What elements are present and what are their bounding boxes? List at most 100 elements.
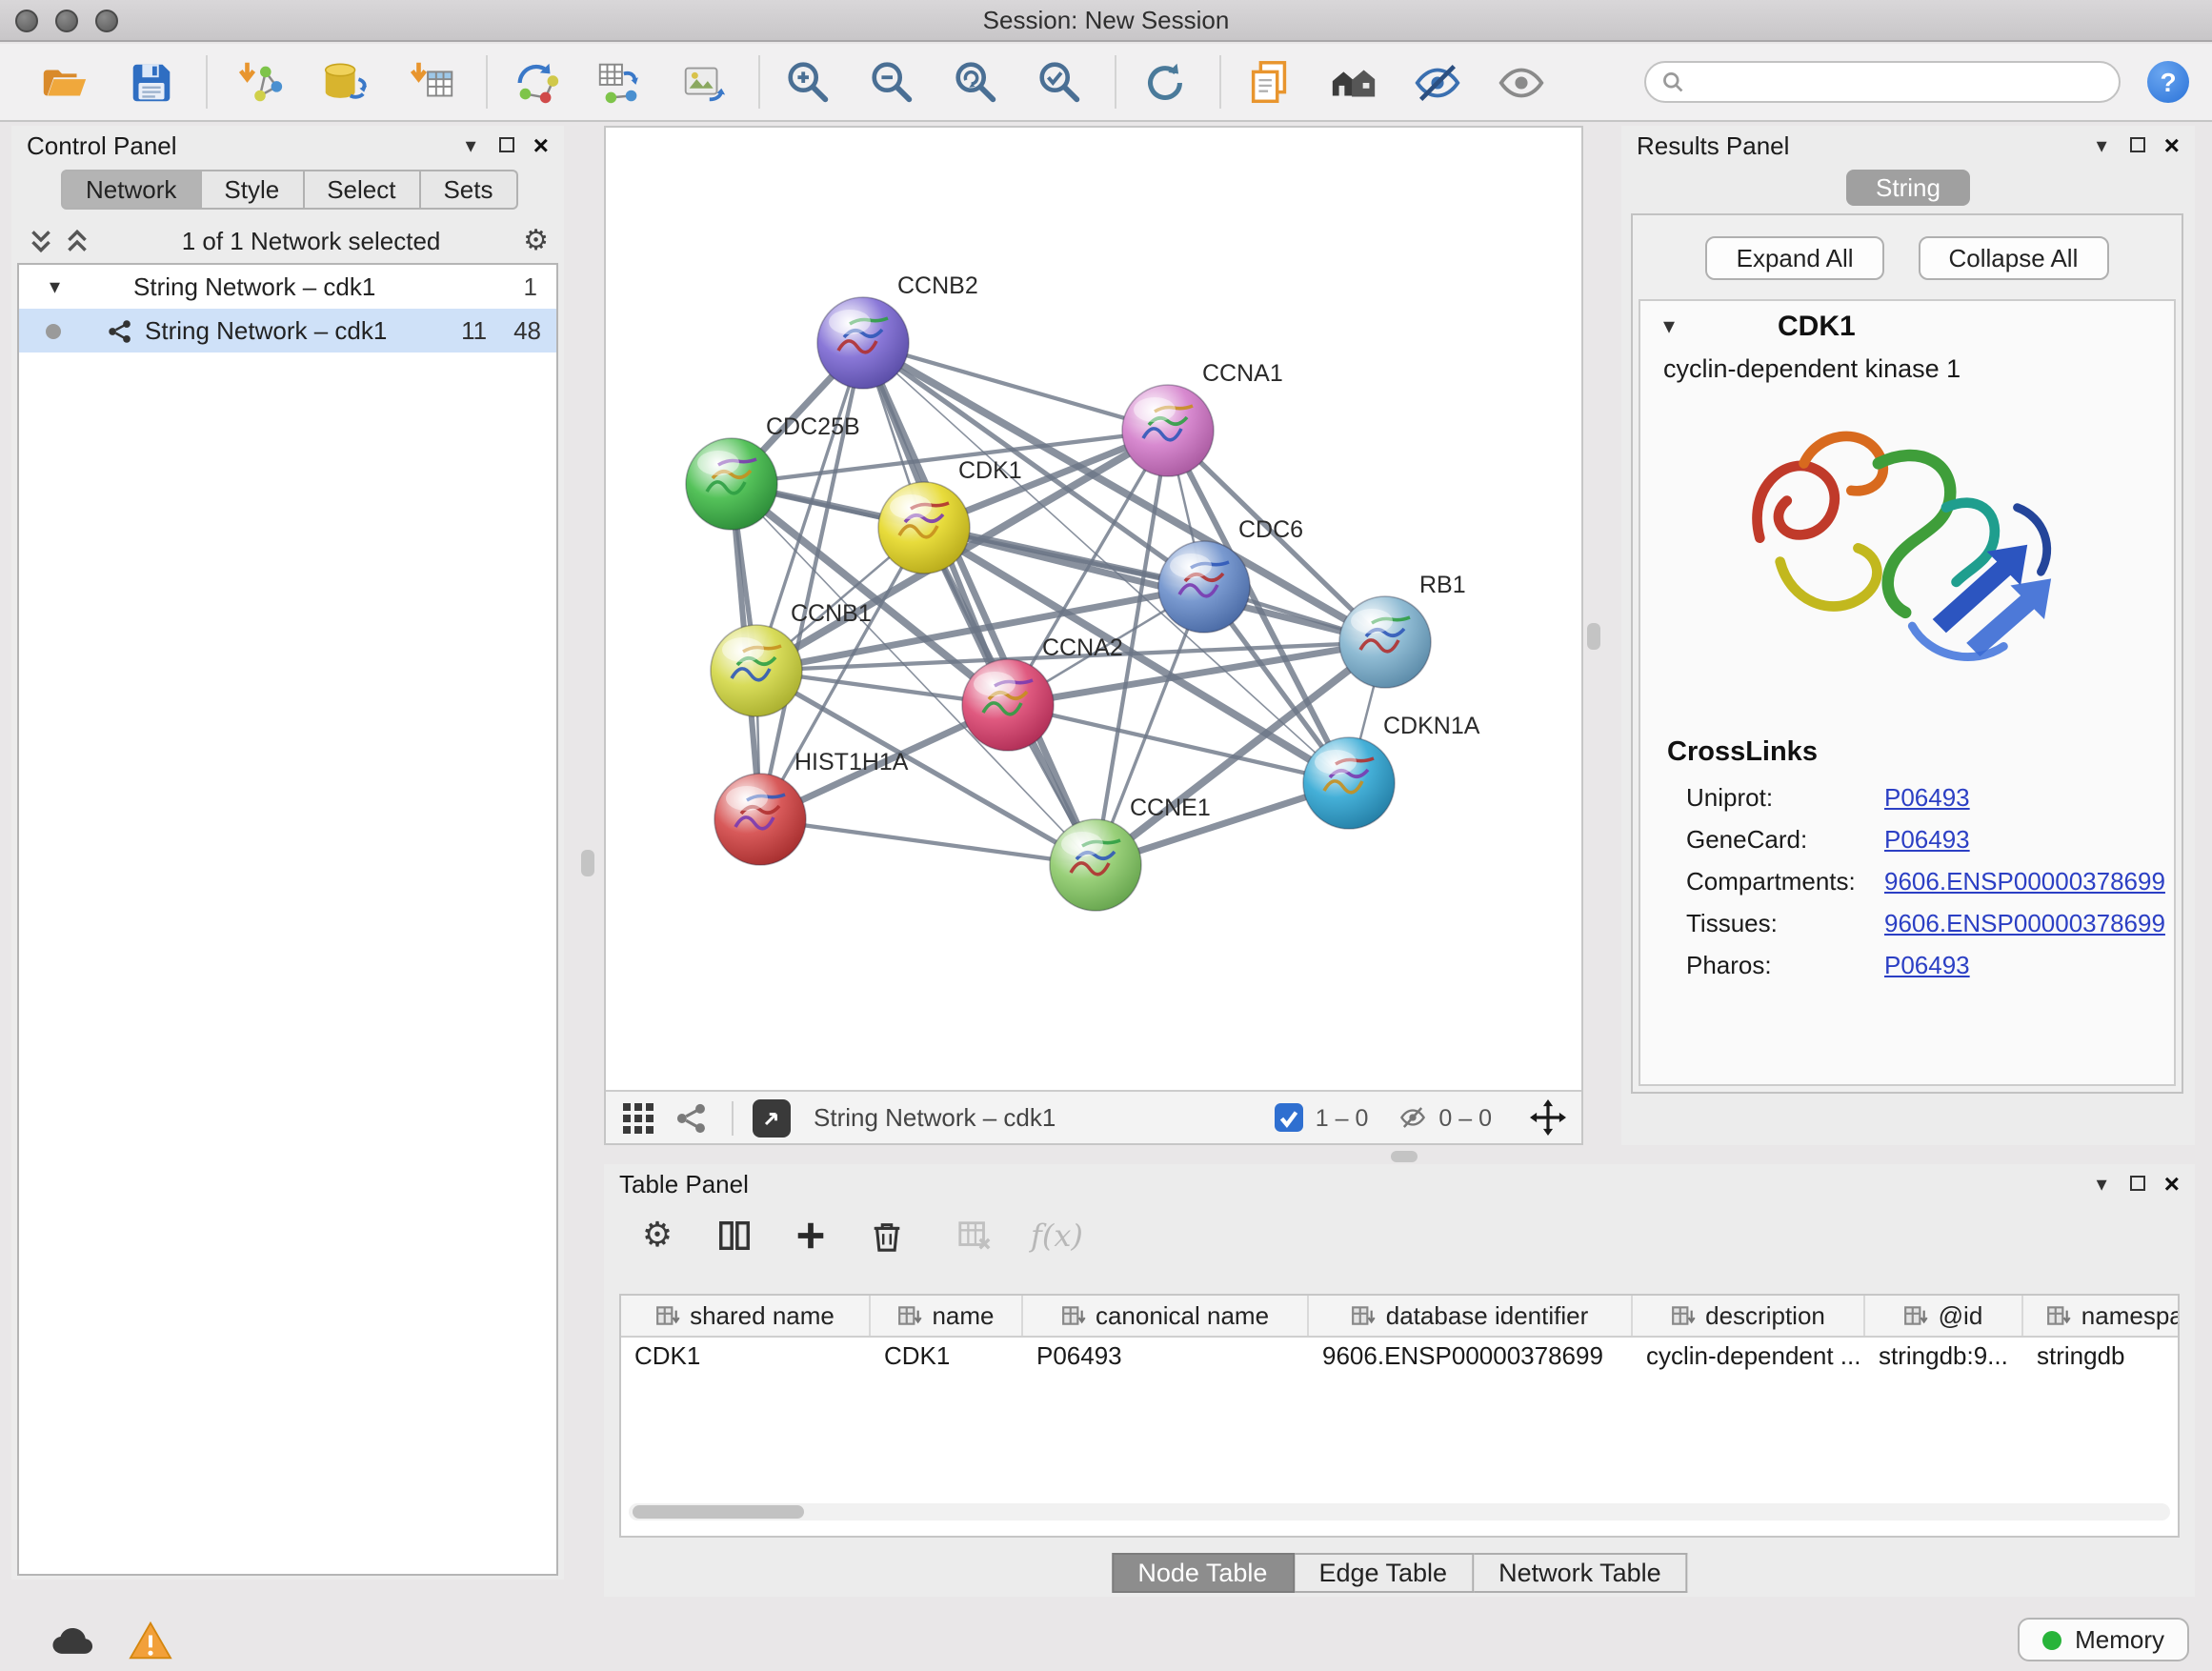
section-expander-icon[interactable]: ▾: [1663, 312, 1675, 339]
tab-node-table[interactable]: Node Table: [1111, 1553, 1294, 1593]
birdseye-view-icon[interactable]: [753, 1098, 791, 1137]
network-collection-row[interactable]: ▾ String Network – cdk1 1: [19, 265, 556, 309]
tab-string[interactable]: String: [1845, 170, 1971, 206]
home-button[interactable]: [1324, 53, 1381, 111]
tab-select[interactable]: Select: [304, 170, 420, 210]
table-settings-gear-icon[interactable]: ⚙: [638, 1216, 676, 1254]
network-row-selected[interactable]: String Network – cdk1 11 48: [19, 309, 556, 352]
tab-network-table[interactable]: Network Table: [1474, 1553, 1688, 1593]
search-box: [1644, 61, 2121, 103]
collapse-all-button[interactable]: Collapse All: [1919, 236, 2109, 280]
cloud-icon[interactable]: [50, 1619, 99, 1661]
help-icon: ?: [2160, 67, 2176, 97]
show-panels-button[interactable]: [1492, 53, 1549, 111]
search-input[interactable]: [1694, 67, 2103, 97]
help-button[interactable]: ?: [2147, 61, 2189, 103]
column-header[interactable]: @id: [1865, 1296, 2023, 1336]
import-network-from-database-button[interactable]: [314, 53, 372, 111]
zoom-fit-button[interactable]: [947, 53, 1004, 111]
tissues-link[interactable]: 9606.ENSP00000378699: [1884, 908, 2165, 936]
expand-all-icon[interactable]: [63, 226, 91, 254]
collection-count: 1: [524, 272, 537, 301]
grid-icon[interactable]: [621, 1100, 655, 1135]
toolbar-separator: [486, 55, 488, 109]
panel-menu-icon[interactable]: ▾: [2097, 132, 2107, 157]
export-image-button[interactable]: [674, 53, 732, 111]
float-panel-icon[interactable]: [2130, 1176, 2145, 1191]
splitter-handle[interactable]: [581, 850, 594, 876]
column-header[interactable]: shared name: [621, 1296, 871, 1336]
zoom-in-button[interactable]: [779, 53, 836, 111]
new-network-from-selection-button[interactable]: [507, 53, 564, 111]
tab-network[interactable]: Network: [61, 170, 201, 210]
gear-icon[interactable]: ⚙: [523, 226, 549, 254]
network-canvas[interactable]: CCNB2CCNA1CDC25BCDK1CDC6RB1CCNB1CCNA2CDK…: [606, 128, 1581, 1086]
tab-sets[interactable]: Sets: [420, 170, 517, 210]
column-header[interactable]: description: [1633, 1296, 1865, 1336]
tree-expander-icon[interactable]: ▾: [50, 274, 76, 299]
close-panel-icon[interactable]: ×: [2164, 1170, 2180, 1197]
minimize-window-button[interactable]: [55, 10, 78, 32]
open-session-button[interactable]: [34, 53, 91, 111]
panel-menu-icon[interactable]: ▾: [2097, 1171, 2107, 1196]
memory-button[interactable]: Memory: [2018, 1618, 2189, 1661]
panel-menu-icon[interactable]: ▾: [466, 132, 476, 157]
column-header[interactable]: name: [871, 1296, 1023, 1336]
column-header[interactable]: database identifier: [1309, 1296, 1633, 1336]
network-node[interactable]: HIST1H1A: [714, 749, 909, 865]
close-panel-icon[interactable]: ×: [2164, 131, 2180, 158]
selected-checkbox-icon[interactable]: [1276, 1103, 1304, 1132]
window-title: Session: New Session: [983, 6, 1230, 34]
warning-icon[interactable]: [126, 1619, 175, 1661]
float-panel-icon[interactable]: [499, 137, 514, 152]
save-session-button[interactable]: [122, 53, 179, 111]
network-node[interactable]: RB1: [1339, 572, 1466, 688]
import-table-from-file-button[interactable]: [402, 53, 459, 111]
table-row[interactable]: CDK1 CDK1 P06493 9606.ENSP00000378699 cy…: [621, 1338, 2178, 1378]
close-panel-icon[interactable]: ×: [533, 131, 549, 158]
network-edge[interactable]: [863, 343, 1096, 865]
network-edge[interactable]: [760, 819, 1096, 865]
expand-all-button[interactable]: Expand All: [1706, 236, 1884, 280]
close-window-button[interactable]: [15, 10, 38, 32]
pharos-link[interactable]: P06493: [1884, 950, 1970, 978]
zoom-in-icon: [782, 56, 834, 108]
network-node[interactable]: CCNA1: [1122, 360, 1283, 476]
splitter-handle[interactable]: [1587, 623, 1600, 650]
network-node[interactable]: CDK1: [878, 457, 1022, 574]
create-column-icon[interactable]: [791, 1216, 829, 1254]
eye-slash-icon: [1411, 56, 1462, 108]
delete-columns-icon[interactable]: [867, 1216, 905, 1254]
network-edge[interactable]: [863, 343, 1168, 431]
hide-panels-button[interactable]: [1408, 53, 1465, 111]
refresh-view-button[interactable]: [1136, 53, 1193, 111]
column-icon: [655, 1303, 680, 1328]
compartments-link[interactable]: 9606.ENSP00000378699: [1884, 866, 2165, 895]
select-columns-icon[interactable]: [714, 1216, 753, 1254]
fit-content-icon[interactable]: [1530, 1099, 1566, 1136]
zoom-out-button[interactable]: [863, 53, 920, 111]
column-icon: [1904, 1303, 1929, 1328]
tab-edge-table[interactable]: Edge Table: [1294, 1553, 1474, 1593]
network-overview-icon[interactable]: [674, 1100, 709, 1135]
new-network-from-table-button[interactable]: [591, 53, 648, 111]
network-node[interactable]: CCNB1: [711, 600, 872, 716]
zoom-window-button[interactable]: [95, 10, 118, 32]
splitter-handle[interactable]: [1391, 1151, 1418, 1162]
network-node[interactable]: CDKN1A: [1303, 713, 1480, 829]
scrollbar-thumb[interactable]: [633, 1505, 804, 1519]
collapse-all-icon[interactable]: [27, 226, 55, 254]
float-panel-icon[interactable]: [2130, 137, 2145, 152]
import-network-from-file-button[interactable]: [231, 53, 288, 111]
gene-section-header[interactable]: ▾ CDK1: [1640, 301, 2174, 351]
horizontal-scrollbar[interactable]: [629, 1503, 2170, 1520]
column-header[interactable]: canonical name: [1023, 1296, 1309, 1336]
tab-style[interactable]: Style: [201, 170, 304, 210]
hidden-eye-slash-icon[interactable]: [1398, 1103, 1427, 1132]
genecard-link[interactable]: P06493: [1884, 824, 1970, 853]
uniprot-link[interactable]: P06493: [1884, 782, 1970, 811]
column-header[interactable]: namespace: [2023, 1296, 2180, 1336]
zoom-selected-button[interactable]: [1031, 53, 1088, 111]
duplicate-button[interactable]: [1240, 53, 1297, 111]
network-node[interactable]: CCNB2: [817, 272, 978, 389]
